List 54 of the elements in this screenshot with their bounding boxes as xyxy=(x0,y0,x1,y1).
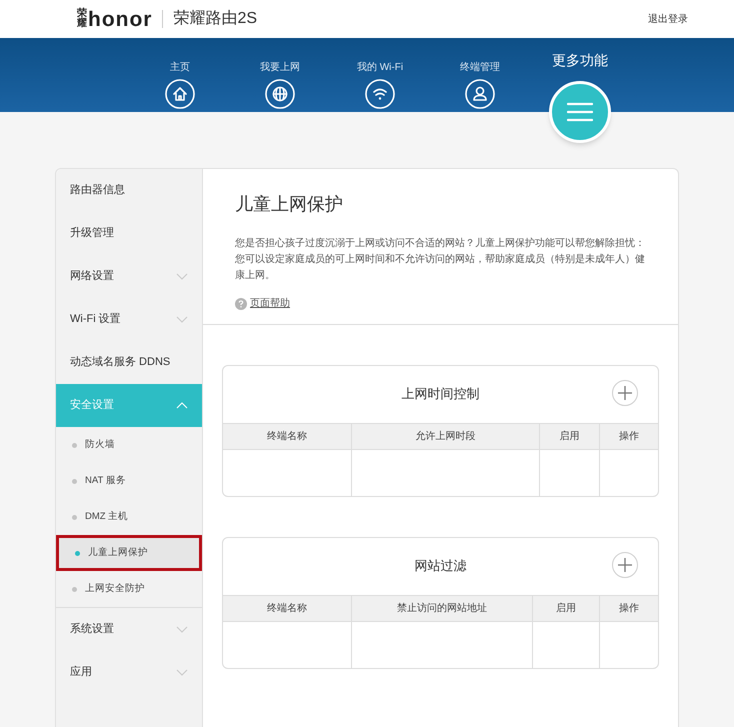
product-name: 荣耀路由2S xyxy=(173,8,258,29)
logo: honor xyxy=(88,8,152,30)
chevron-down-icon xyxy=(176,626,188,633)
chevron-down-icon xyxy=(176,273,188,280)
home-icon xyxy=(165,79,195,109)
chevron-up-icon xyxy=(176,402,188,409)
sidebar-subitem[interactable]: 上网安全防护 xyxy=(56,571,202,607)
nav-tab[interactable]: 我要上网 xyxy=(230,38,330,112)
sidebar-subitem[interactable]: 儿童上网保护 xyxy=(56,535,202,571)
sidebar-item[interactable]: 网络设置 xyxy=(56,255,202,298)
sidebar-subitem[interactable]: 防火墙 xyxy=(56,427,202,463)
sidebar-item[interactable]: Wi-Fi 设置 xyxy=(56,298,202,341)
column-header: 禁止访问的网站地址 xyxy=(351,596,532,620)
nav-tab[interactable]: 主页 xyxy=(130,38,230,112)
sidebar-subitem[interactable]: NAT 服务 xyxy=(56,463,202,499)
page-title: 儿童上网保护 xyxy=(235,193,344,216)
column-header: 允许上网时段 xyxy=(351,424,539,448)
sidebar-item[interactable]: 动态域名服务 DDNS xyxy=(56,341,202,384)
nav-tab[interactable]: 终端管理 xyxy=(430,38,530,112)
bullet-icon xyxy=(72,514,77,520)
help-link[interactable]: 页面帮助 xyxy=(235,296,290,311)
column-header: 操作 xyxy=(599,596,658,620)
wifi-icon xyxy=(365,79,395,109)
add-button[interactable] xyxy=(612,552,638,578)
chevron-down-icon xyxy=(176,669,188,676)
add-button[interactable] xyxy=(612,380,638,406)
sidebar-item[interactable]: 路由器信息 xyxy=(56,169,202,212)
column-header: 启用 xyxy=(532,596,599,620)
bullet-icon xyxy=(72,442,77,448)
globe-icon xyxy=(265,79,295,109)
chevron-down-icon xyxy=(176,316,188,323)
logo-mark: 荣耀 xyxy=(77,9,87,29)
sidebar-item[interactable]: 系统设置 xyxy=(56,608,202,651)
help-icon xyxy=(235,298,247,310)
plus-icon xyxy=(618,386,632,400)
column-header: 终端名称 xyxy=(266,430,308,444)
nav-tab[interactable]: 我的 Wi-Fi xyxy=(330,38,430,112)
column-header: 启用 xyxy=(539,424,599,448)
table-title: 网站过滤 xyxy=(414,557,466,576)
table-title: 上网时间控制 xyxy=(402,385,480,404)
logout-link[interactable]: 退出登录 xyxy=(648,12,688,26)
user-icon xyxy=(465,79,495,109)
sidebar-subitem[interactable]: DMZ 主机 xyxy=(56,499,202,535)
bullet-icon xyxy=(72,478,77,484)
sidebar-item[interactable]: 应用 xyxy=(56,651,202,694)
plus-icon xyxy=(618,558,632,572)
sidebar-item[interactable]: 升级管理 xyxy=(56,212,202,255)
column-header: 终端名称 xyxy=(266,602,308,616)
bullet-icon xyxy=(75,550,80,556)
nav-tab[interactable]: 更多功能 xyxy=(530,38,630,147)
column-header: 操作 xyxy=(599,424,658,448)
page-description: 您是否担心孩子过度沉溺于上网或访问不合适的网站？儿童上网保护功能可以帮您解除担忧：您可以设定家庭成员的可上网时间和不允许访问的网站，帮助家庭成员（特别是未成年人）健康上网。 xyxy=(235,236,646,283)
bullet-icon xyxy=(72,586,77,592)
menu-icon xyxy=(567,102,593,122)
